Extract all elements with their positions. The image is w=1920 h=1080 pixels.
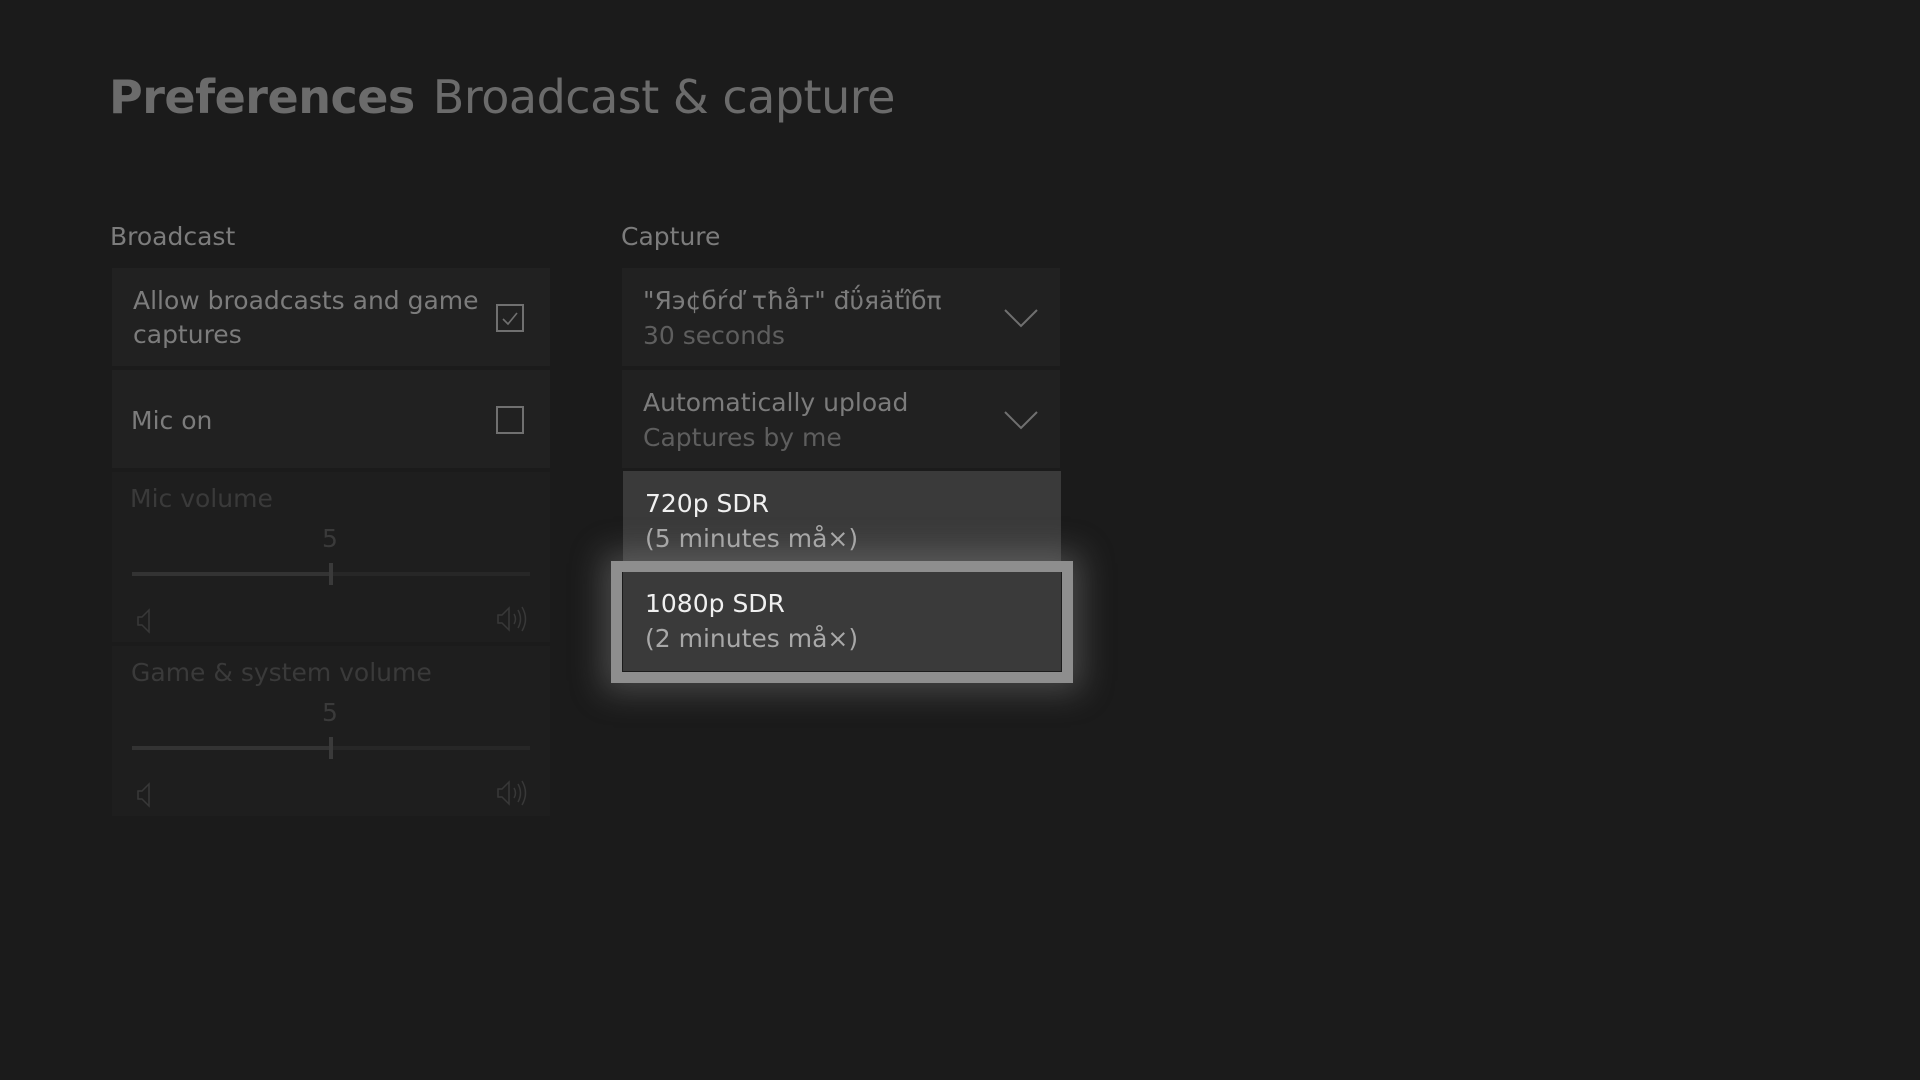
volume-low-icon bbox=[137, 608, 150, 634]
volume-high-icon bbox=[497, 606, 527, 632]
mic-on-toggle[interactable]: Mic on bbox=[112, 370, 550, 468]
game-volume-slider-tile[interactable]: Game & system volume 5 bbox=[112, 646, 550, 816]
mic-volume-slider-tile[interactable]: Mic volume 5 bbox=[112, 472, 550, 642]
checkmark-icon bbox=[502, 312, 518, 326]
game-volume-fill bbox=[132, 746, 331, 750]
resolution-option-1080p[interactable]: 1080p SDR (2 minutes må×) bbox=[623, 572, 1061, 671]
option-subtitle: (5 minutes må×) bbox=[645, 524, 859, 553]
capture-section-label: Capture bbox=[621, 222, 721, 251]
chevron-down-icon bbox=[1004, 309, 1038, 328]
option-title: 1080p SDR bbox=[645, 589, 785, 618]
volume-high-icon bbox=[497, 780, 527, 806]
mic-on-checkbox[interactable] bbox=[496, 406, 524, 434]
game-volume-label: Game & system volume bbox=[131, 658, 432, 687]
page-title-main: Preferences bbox=[109, 70, 415, 124]
record-duration-dropdown[interactable]: "Яэ¢бŕď τħåт" đΰяäťîбπ 30 seconds bbox=[622, 268, 1060, 366]
mic-volume-label: Mic volume bbox=[130, 484, 273, 513]
allow-broadcasts-checkbox[interactable] bbox=[496, 304, 524, 332]
game-volume-value: 5 bbox=[322, 698, 338, 727]
chevron-down-icon bbox=[1004, 411, 1038, 430]
volume-low-icon bbox=[137, 782, 150, 808]
auto-upload-label: Automatically upload bbox=[643, 388, 909, 417]
allow-broadcasts-label: Allow broadcasts and game captures bbox=[133, 286, 479, 349]
record-duration-label: "Яэ¢бŕď τħåт" đΰяäťîбπ bbox=[643, 286, 942, 315]
mic-on-label: Mic on bbox=[131, 406, 213, 435]
auto-upload-value: Captures by me bbox=[643, 423, 842, 452]
broadcast-section-label: Broadcast bbox=[110, 222, 236, 251]
option-title: 720p SDR bbox=[645, 489, 770, 518]
record-duration-value: 30 seconds bbox=[643, 321, 785, 350]
page-title-sub: Broadcast & capture bbox=[432, 70, 896, 124]
auto-upload-dropdown[interactable]: Automatically upload Captures by me bbox=[622, 370, 1060, 468]
mic-volume-value: 5 bbox=[322, 524, 338, 553]
allow-broadcasts-toggle[interactable]: Allow broadcasts and game captures bbox=[112, 268, 550, 366]
mic-volume-fill bbox=[132, 572, 331, 576]
resolution-option-720p[interactable]: 720p SDR (5 minutes må×) bbox=[623, 471, 1061, 571]
game-volume-thumb[interactable] bbox=[329, 737, 333, 759]
mic-volume-thumb[interactable] bbox=[329, 563, 333, 585]
page-title: Preferences Broadcast & capture bbox=[109, 70, 895, 124]
option-subtitle: (2 minutes må×) bbox=[645, 624, 859, 653]
